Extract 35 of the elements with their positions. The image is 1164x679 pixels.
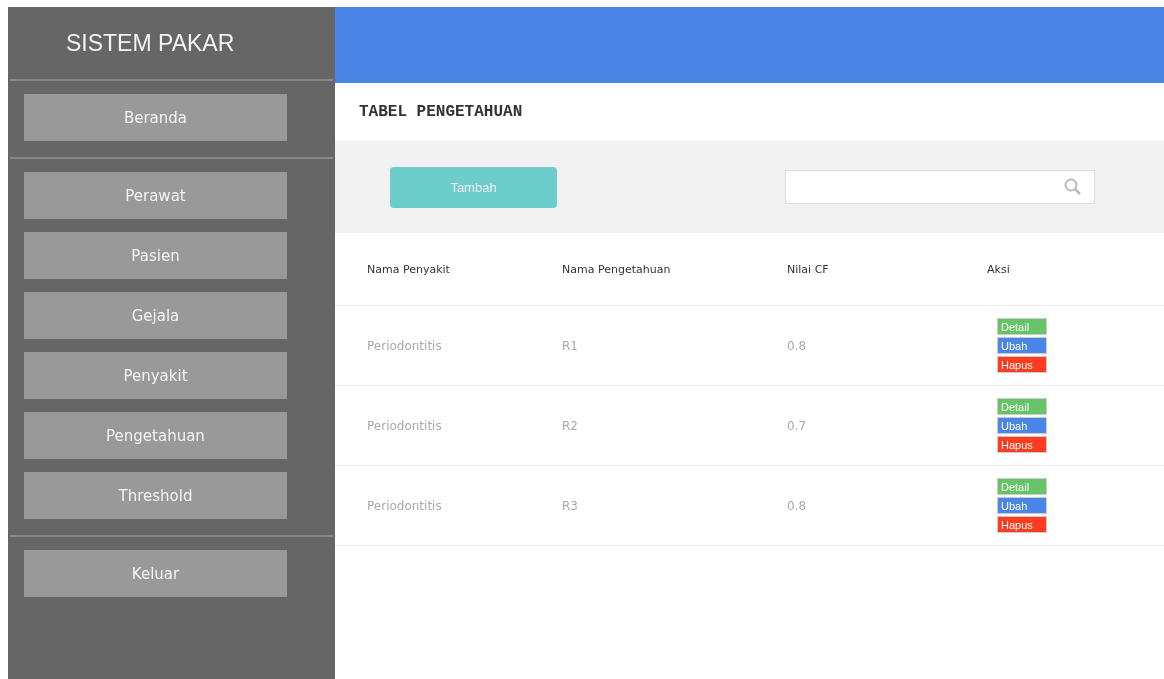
action-button[interactable]: Detail [997, 478, 1047, 495]
add-button[interactable]: Tambah [390, 166, 557, 208]
table-cell-text: R3 [562, 498, 579, 513]
table-cell-text: Periodontitis [367, 338, 443, 353]
search-icon [1064, 178, 1082, 196]
search-field[interactable] [785, 170, 1095, 204]
table-cell-text: 0.8 [787, 498, 808, 513]
action-button[interactable]: Detail [997, 318, 1047, 335]
action-button[interactable]: Detail [997, 398, 1047, 415]
page-title: TABEL PENGETAHUAN [358, 102, 524, 123]
column-header: Aksi [987, 262, 1011, 276]
nav-button[interactable]: Penyakit [24, 352, 287, 399]
action-button[interactable]: Hapus [997, 516, 1047, 533]
nav-button[interactable]: Beranda [24, 94, 287, 141]
action-button[interactable]: Ubah [997, 417, 1047, 434]
action-button[interactable]: Hapus [997, 436, 1047, 453]
table-cell-text: Periodontitis [367, 498, 443, 513]
column-header: Nilai CF [787, 262, 830, 276]
app-title: SISTEM PAKAR [65, 28, 236, 58]
nav-button[interactable]: Gejala [24, 292, 287, 339]
action-button[interactable]: Hapus [997, 356, 1047, 373]
table-cell-text: 0.7 [787, 418, 808, 433]
action-button[interactable]: Ubah [997, 337, 1047, 354]
nav-button[interactable]: Pengetahuan [24, 412, 287, 459]
nav-button[interactable]: Threshold [24, 472, 287, 519]
action-button[interactable]: Ubah [997, 497, 1047, 514]
column-header: Nama Penyakit [367, 262, 451, 276]
column-header: Nama Pengetahuan [562, 262, 672, 276]
table-cell-text: 0.8 [787, 338, 808, 353]
table-cell-text: R2 [562, 418, 579, 433]
nav-button[interactable]: Perawat [24, 172, 287, 219]
nav-button[interactable]: Keluar [24, 550, 287, 597]
nav-button[interactable]: Pasien [24, 232, 287, 279]
table-cell-text: Periodontitis [367, 418, 443, 433]
table-cell-text: R1 [562, 338, 579, 353]
